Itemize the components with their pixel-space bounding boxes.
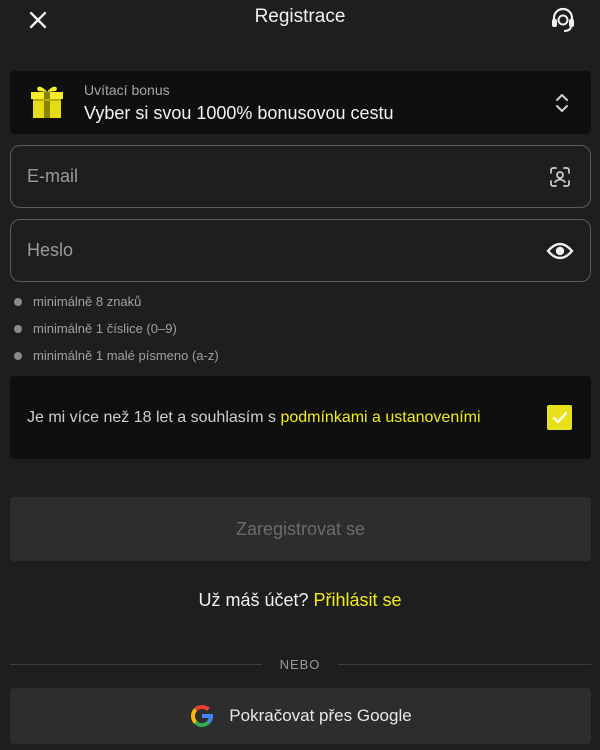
checkmark-icon (552, 411, 567, 423)
password-rule: minimálně 1 malé písmeno (a-z) (14, 348, 219, 375)
google-signin-button[interactable]: Pokračovat přes Google (10, 688, 591, 744)
rule-text: minimálně 1 malé písmeno (a-z) (33, 348, 219, 363)
show-password-button[interactable] (546, 237, 574, 265)
terms-link[interactable]: podmínkami a ustanoveními (280, 409, 480, 426)
header: Registrace (0, 0, 600, 40)
password-field[interactable] (10, 219, 591, 282)
login-link[interactable]: Přihlásit se (314, 590, 402, 610)
google-icon (191, 705, 214, 728)
login-prompt: Už máš účet? Přihlásit se (0, 590, 600, 611)
bonus-label: Uvítací bonus (84, 82, 170, 98)
bonus-selector[interactable]: Uvítací bonus Vyber si svou 1000% bonuso… (10, 71, 591, 134)
rule-text: minimálně 1 číslice (0–9) (33, 321, 177, 336)
page-title: Registrace (254, 6, 346, 27)
register-button[interactable]: Zaregistrovat se (10, 497, 591, 561)
face-scan-button[interactable] (546, 163, 574, 191)
google-label: Pokračovat přes Google (229, 706, 412, 725)
consent-label: Je mi více než 18 let a souhlasím s (27, 409, 281, 426)
rule-dot (14, 352, 22, 360)
rule-text: minimálně 8 znaků (33, 294, 142, 309)
eye-icon (546, 242, 574, 260)
password-rules: minimálně 8 znaků minimálně 1 číslice (0… (14, 294, 219, 375)
password-input[interactable] (27, 220, 507, 281)
rule-dot (14, 325, 22, 333)
email-input[interactable] (27, 146, 507, 207)
email-field[interactable] (10, 145, 591, 208)
face-scan-icon (550, 167, 570, 187)
consent-panel: Je mi více než 18 let a souhlasím s podm… (10, 376, 591, 459)
password-rule: minimálně 8 znaků (14, 294, 219, 321)
password-rule: minimálně 1 číslice (0–9) (14, 321, 219, 348)
login-question: Už máš účet? (198, 590, 314, 610)
divider-label: NEBO (279, 657, 321, 672)
bonus-value: Vyber si svou 1000% bonusovou cestu (84, 103, 394, 123)
chevron-up-down-icon (556, 94, 568, 112)
consent-text: Je mi více než 18 let a souhlasím s podm… (27, 409, 481, 427)
rule-dot (14, 298, 22, 306)
headset-support-icon (552, 7, 574, 32)
consent-checkbox[interactable] (547, 405, 572, 430)
gift-icon (31, 86, 63, 118)
support-button[interactable] (546, 4, 580, 36)
